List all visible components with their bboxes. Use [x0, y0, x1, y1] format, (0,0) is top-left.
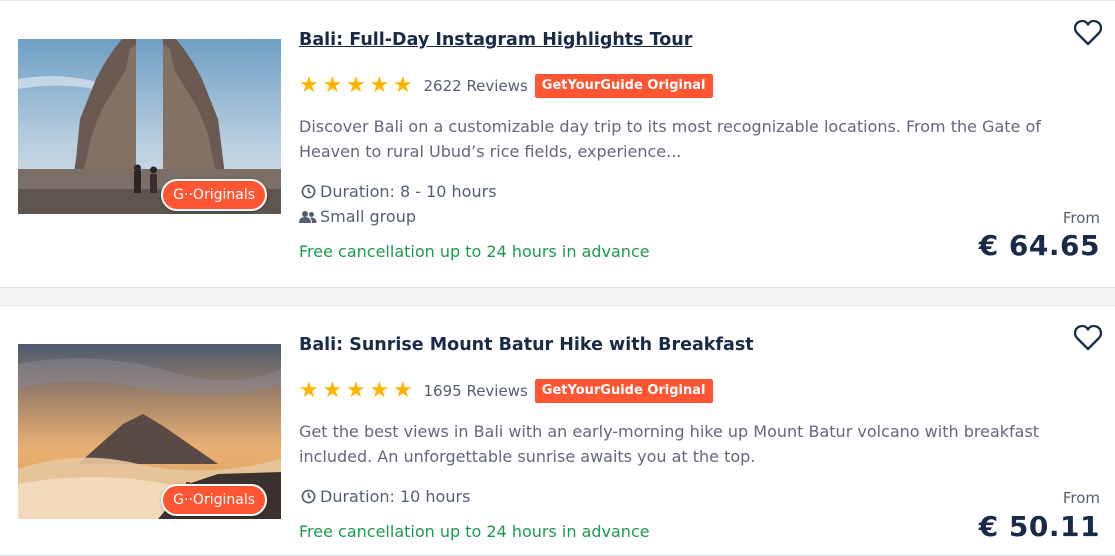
star-icon: ★	[393, 73, 413, 98]
activity-description: Discover Bali on a customizable day trip…	[299, 117, 1041, 161]
activity-title[interactable]: Bali: Sunrise Mount Batur Hike with Brea…	[299, 335, 754, 355]
free-cancellation: Free cancellation up to 24 hours in adva…	[299, 242, 650, 261]
duration: Duration: 8 - 10 hours	[299, 182, 497, 201]
star-icon: ★	[322, 378, 343, 403]
star-icon: ★	[299, 73, 319, 98]
activity-title[interactable]: Bali: Full-Day Instagram Highlights Tour	[299, 30, 692, 50]
group-size: Small group	[299, 207, 416, 226]
activity-image-wrap[interactable]: G··Originals	[18, 325, 281, 525]
price: € 50.11	[978, 510, 1100, 543]
price: € 64.65	[978, 229, 1100, 262]
star-icon: ★	[346, 378, 366, 403]
rating-stars: ★ ★ ★ ★ ★	[299, 75, 416, 97]
duration: Duration: 10 hours	[299, 487, 470, 506]
clock-icon	[299, 488, 317, 506]
clock-icon	[299, 183, 317, 201]
activity-image-wrap[interactable]: G··Originals	[18, 20, 281, 220]
star-icon: ★	[393, 378, 413, 403]
duration-text: Duration: 8 - 10 hours	[320, 182, 497, 201]
star-icon: ★	[369, 378, 390, 403]
rating-row: ★ ★ ★ ★ ★ 1695 Reviews GetYourGuide Orig…	[299, 379, 713, 403]
originals-image-badge: G··Originals	[161, 484, 267, 516]
gyg-original-badge: GetYourGuide Original	[534, 379, 713, 403]
free-cancellation: Free cancellation up to 24 hours in adva…	[299, 522, 650, 541]
originals-image-badge: G··Originals	[161, 179, 267, 211]
review-count[interactable]: 2622 Reviews	[424, 77, 528, 95]
review-count[interactable]: 1695 Reviews	[424, 382, 528, 400]
star-icon: ★	[346, 73, 366, 98]
activity-card[interactable]: G··Originals Bali: Sunrise Mount Batur H…	[0, 305, 1115, 556]
duration-text: Duration: 10 hours	[320, 487, 471, 506]
wishlist-heart-icon[interactable]	[1073, 323, 1103, 353]
wishlist-heart-icon[interactable]	[1073, 18, 1103, 48]
activity-description: Get the best views in Bali with an early…	[299, 422, 1040, 466]
rating-stars: ★ ★ ★ ★ ★	[299, 380, 416, 402]
group-icon	[299, 208, 317, 226]
gyg-original-badge: GetYourGuide Original	[534, 74, 713, 98]
price-from-label: From	[1062, 209, 1100, 227]
activity-card[interactable]: G··Originals Bali: Full-Day Instagram Hi…	[0, 0, 1115, 288]
star-icon: ★	[369, 73, 390, 98]
group-text: Small group	[320, 207, 416, 226]
star-icon: ★	[322, 73, 343, 98]
rating-row: ★ ★ ★ ★ ★ 2622 Reviews GetYourGuide Orig…	[299, 74, 713, 98]
price-from-label: From	[1062, 489, 1100, 507]
star-icon: ★	[299, 378, 319, 403]
